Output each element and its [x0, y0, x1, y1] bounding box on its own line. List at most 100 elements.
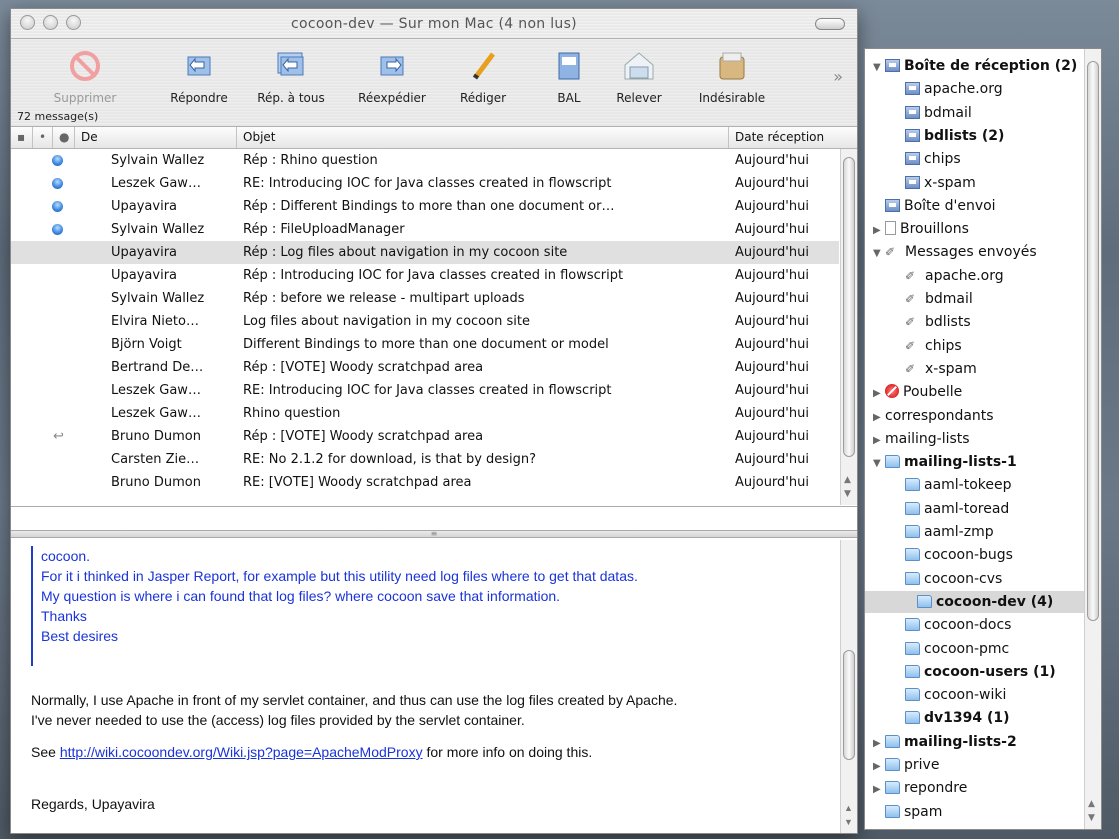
zoom-button[interactable] — [66, 15, 81, 30]
message-row[interactable]: Leszek Gaw… RE: Introducing IOC for Java … — [11, 379, 839, 402]
mailbox-item[interactable]: ▶ mailing-lists — [873, 428, 970, 450]
delete-button[interactable]: Supprimer — [45, 49, 125, 105]
mailbox-item[interactable]: ▶ Poubelle — [873, 381, 962, 403]
preview-scroll-thumb[interactable] — [843, 650, 855, 760]
mailbox-item[interactable]: aaml-tokeep — [905, 474, 1012, 496]
mailbox-item[interactable]: ✐ bdmail — [905, 288, 973, 310]
disclosure-open-icon[interactable]: ▼ — [873, 243, 885, 265]
list-scroll-thumb[interactable] — [843, 157, 855, 457]
reply-button[interactable]: Répondre — [161, 49, 237, 105]
preview-scrollbar[interactable]: ▲ ▼ — [840, 540, 857, 833]
mailbox-item[interactable]: aaml-zmp — [905, 521, 994, 543]
message-row[interactable]: Upayavira Rép : Introducing IOC for Java … — [11, 264, 839, 287]
mailbox-item[interactable]: aaml-toread — [905, 498, 1009, 520]
close-button[interactable] — [20, 15, 35, 30]
message-row[interactable]: Carsten Zie… RE: No 2.1.2 for download, i… — [11, 448, 839, 471]
mailbox-item[interactable]: cocoon-docs — [905, 614, 1011, 636]
message-row[interactable]: Sylvain Wallez Rép : before we release - … — [11, 287, 839, 310]
disclosure-closed-icon[interactable]: ▶ — [873, 733, 885, 755]
regards-line: Regards, Upayavira — [31, 796, 155, 812]
flag-column-icon[interactable]: ▪ — [11, 127, 33, 148]
disclosure-closed-icon[interactable]: ▶ — [873, 430, 885, 452]
mailboxes-button[interactable]: BAL — [549, 49, 589, 105]
drawer-scrollbar[interactable]: ▲ ▼ — [1084, 49, 1101, 829]
scroll-up-arrow[interactable]: ▲ — [844, 803, 853, 813]
scroll-down-arrow[interactable]: ▼ — [844, 489, 851, 499]
toolbar-toggle-button[interactable] — [815, 18, 845, 30]
pane-splitter[interactable]: ≡ — [11, 530, 857, 538]
disclosure-closed-icon[interactable]: ▶ — [873, 407, 885, 429]
message-row[interactable]: Bertrand De… Rép : [VOTE] Woody scratchpa… — [11, 356, 839, 379]
forward-label: Réexpédier — [358, 91, 426, 105]
column-from[interactable]: De — [75, 127, 237, 148]
mailbox-item[interactable]: ▶ mailing-lists-2 — [873, 731, 1017, 753]
scroll-up-arrow[interactable]: ▲ — [1088, 799, 1095, 809]
folder-mailbox-icon — [905, 478, 920, 492]
message-from: Sylvain Wallez — [111, 291, 205, 306]
list-scrollbar[interactable]: ▲ ▼ — [840, 149, 857, 505]
disclosure-open-icon[interactable]: ▼ — [873, 453, 885, 475]
mailbox-item[interactable]: Boîte d'envoi — [873, 195, 996, 217]
mailbox-label: Messages envoyés — [905, 244, 1037, 261]
compose-button[interactable]: Rédiger — [453, 49, 513, 105]
note-column-icon[interactable]: ● — [53, 127, 75, 148]
wiki-link[interactable]: http://wiki.cocoondev.org/Wiki.jsp?page=… — [60, 744, 423, 760]
mailbox-item[interactable]: x-spam — [905, 172, 976, 194]
message-row[interactable]: ↩ Bruno Dumon Rép : [VOTE] Woody scratchpa… — [11, 425, 839, 448]
mailbox-item[interactable]: cocoon-wiki — [905, 684, 1006, 706]
message-row[interactable]: Sylvain Wallez Rép : Rhino question Aujour… — [11, 149, 839, 172]
mailbox-item[interactable]: ✐ chips — [905, 335, 962, 357]
mailbox-item[interactable]: ✐ bdlists — [905, 311, 971, 333]
quote-line: Best desires — [41, 628, 119, 644]
message-subject: Rhino question — [243, 406, 341, 421]
scroll-down-arrow[interactable]: ▼ — [844, 817, 853, 827]
folder-mailbox-icon — [885, 781, 900, 795]
reply-all-button[interactable]: Rép. à tous — [249, 49, 333, 105]
disclosure-open-icon[interactable]: ▼ — [873, 57, 885, 79]
message-row[interactable]: Upayavira Rép : Different Bindings to mor… — [11, 195, 839, 218]
mailbox-item[interactable]: chips — [905, 148, 961, 170]
minimize-button[interactable] — [43, 15, 58, 30]
message-row[interactable]: Sylvain Wallez Rép : FileUploadManager Auj… — [11, 218, 839, 241]
column-date[interactable]: Date réception — [729, 127, 857, 148]
mailbox-item[interactable]: apache.org — [905, 78, 1003, 100]
disclosure-closed-icon[interactable]: ▶ — [873, 779, 885, 801]
mailbox-item[interactable]: ✐ x-spam — [905, 358, 977, 380]
mailbox-item[interactable]: ▼ Boîte de réception (2) — [873, 55, 1077, 77]
mailbox-item[interactable]: cocoon-users (1) — [905, 661, 1056, 683]
mailbox-item[interactable]: cocoon-pmc — [905, 638, 1009, 660]
mailbox-item[interactable]: cocoon-dev (4) — [865, 590, 1085, 613]
mailbox-item[interactable]: bdmail — [905, 102, 972, 124]
title-bar[interactable]: cocoon-dev — Sur mon Mac (4 non lus) — [11, 9, 857, 39]
mailbox-item[interactable]: spam — [873, 801, 942, 823]
mailbox-item[interactable]: ▶ repondre — [873, 777, 967, 799]
status-column-icon[interactable]: • — [33, 127, 53, 148]
mailbox-item[interactable]: cocoon-cvs — [905, 568, 1002, 590]
scroll-down-arrow[interactable]: ▼ — [1088, 813, 1095, 823]
mailbox-item[interactable]: ▼ mailing-lists-1 — [873, 451, 1017, 473]
toolbar-overflow-button[interactable]: » — [833, 67, 843, 86]
mailbox-item[interactable]: bdlists (2) — [905, 125, 1004, 147]
message-row[interactable]: Leszek Gaw… RE: Introducing IOC for Java … — [11, 172, 839, 195]
message-row[interactable]: Leszek Gaw… Rhino question Aujourd'hui — [11, 402, 839, 425]
junk-button[interactable]: Indésirable — [689, 49, 775, 105]
disclosure-closed-icon[interactable]: ▶ — [873, 756, 885, 778]
forward-button[interactable]: Réexpédier — [347, 49, 437, 105]
mailbox-item[interactable]: ▶ prive — [873, 754, 939, 776]
mailbox-item[interactable]: ▶ Brouillons — [873, 218, 969, 240]
message-row[interactable]: Elvira Nieto… Log files about navigation … — [11, 310, 839, 333]
message-row[interactable]: Bruno Dumon RE: [VOTE] Woody scratchpad a… — [11, 471, 839, 494]
drawer-scroll-thumb[interactable] — [1087, 61, 1099, 621]
scroll-up-arrow[interactable]: ▲ — [844, 475, 851, 485]
message-row[interactable]: Upayavira Rép : Log files about navigatio… — [11, 241, 839, 264]
disclosure-closed-icon[interactable]: ▶ — [873, 220, 885, 242]
get-mail-button[interactable]: Relever — [611, 49, 667, 105]
mailbox-item[interactable]: ▼ ✐ Messages envoyés — [873, 241, 1037, 263]
disclosure-closed-icon[interactable]: ▶ — [873, 383, 885, 405]
mailbox-item[interactable]: ✐ apache.org — [905, 265, 1004, 287]
mailbox-item[interactable]: cocoon-bugs — [905, 544, 1013, 566]
mailbox-item[interactable]: ▶ correspondants — [873, 405, 994, 427]
message-row[interactable]: Björn Voigt Different Bindings to more th… — [11, 333, 839, 356]
column-subject[interactable]: Objet — [237, 127, 729, 148]
mailbox-item[interactable]: dv1394 (1) — [905, 707, 1010, 729]
